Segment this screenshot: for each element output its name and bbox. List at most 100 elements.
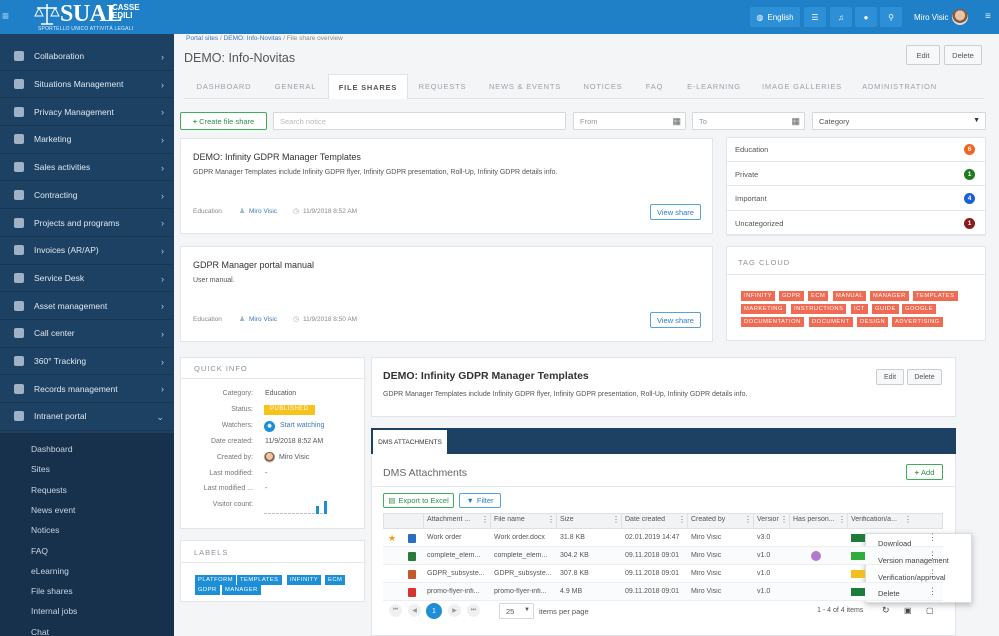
category-row[interactable] bbox=[726, 162, 986, 186]
subnav-item-7[interactable]: File shares bbox=[31, 586, 73, 596]
next-page-icon[interactable]: ▶ bbox=[448, 604, 461, 617]
view-share-button[interactable]: View share bbox=[650, 204, 701, 220]
sidebar-item-8[interactable]: Service Desk › bbox=[0, 265, 174, 293]
tag-chip[interactable]: GOOGLE bbox=[902, 304, 937, 314]
tab-1[interactable]: GENERAL bbox=[263, 74, 328, 99]
row-menu-icon[interactable]: ⋮ bbox=[928, 532, 937, 543]
column-menu-icon[interactable]: ⋮ bbox=[780, 515, 788, 524]
sidebar-item-9[interactable]: Asset management › bbox=[0, 292, 174, 320]
tab-4[interactable]: NEWS & EVENTS bbox=[477, 74, 573, 99]
export-excel-button[interactable]: ▤ Export to Excel bbox=[383, 493, 454, 508]
subnav-item-6[interactable]: eLearning bbox=[31, 566, 69, 576]
column-header[interactable]: Verification/a... bbox=[851, 516, 903, 523]
label-chip[interactable]: INFINITY bbox=[287, 575, 322, 585]
tag-chip[interactable]: TEMPLATES bbox=[913, 291, 958, 301]
sidebar-item-11[interactable]: 360° Tracking › bbox=[0, 348, 174, 376]
file-share-user[interactable]: Miro Visic bbox=[249, 316, 277, 323]
tag-chip[interactable]: MARKETING bbox=[741, 304, 786, 314]
subnav-item-8[interactable]: Internal jobs bbox=[31, 606, 77, 616]
sidebar-item-1[interactable]: Situations Management › bbox=[0, 71, 174, 99]
language-button[interactable]: ◍ English bbox=[750, 7, 800, 27]
context-menu-item[interactable]: Version management bbox=[878, 556, 949, 565]
tab-5[interactable]: NOTICES bbox=[573, 74, 633, 99]
column-header[interactable]: Created by bbox=[691, 516, 743, 523]
view-share-button[interactable]: View share bbox=[650, 312, 701, 328]
add-attachment-button[interactable]: + Add bbox=[906, 464, 943, 480]
context-menu-item[interactable]: Delete bbox=[878, 589, 900, 598]
tag-chip[interactable]: ADVERTISING bbox=[892, 317, 943, 327]
logo[interactable]: SUAL CASSE EDILI SPORTELLO UNICO ATTIVIT… bbox=[32, 1, 142, 33]
subnav-item-9[interactable]: Chat bbox=[31, 627, 49, 636]
file-share-user[interactable]: Miro Visic bbox=[249, 208, 277, 215]
delete-button[interactable]: Delete bbox=[944, 45, 982, 65]
column-header[interactable]: File name bbox=[494, 516, 546, 523]
sidebar-item-7[interactable]: Invoices (AR/AP) › bbox=[0, 237, 174, 265]
subnav-item-3[interactable]: News event bbox=[31, 505, 75, 515]
chat-button[interactable]: ● bbox=[855, 7, 877, 27]
prev-page-icon[interactable]: ◀ bbox=[408, 604, 421, 617]
sidebar-item-4[interactable]: Sales activities › bbox=[0, 154, 174, 182]
context-menu-item[interactable]: Verification/approval bbox=[878, 573, 946, 582]
filter-button[interactable]: ▼ Filter bbox=[459, 493, 501, 508]
tag-chip[interactable]: GUIDE bbox=[872, 304, 899, 314]
label-chip[interactable]: ECM bbox=[325, 575, 346, 585]
tab-7[interactable]: E-LEARNING bbox=[676, 74, 752, 99]
lock-icon[interactable]: ▣ bbox=[904, 606, 912, 615]
sidebar-item-13[interactable]: Intranet portal ⌄ bbox=[0, 403, 174, 431]
label-chip[interactable]: MANAGER bbox=[222, 585, 261, 595]
column-menu-icon[interactable]: ⋮ bbox=[481, 515, 489, 524]
edit-button[interactable]: Edit bbox=[906, 45, 940, 65]
last-page-icon[interactable]: ⏭ bbox=[467, 604, 480, 617]
unlock-icon[interactable]: ▢ bbox=[926, 606, 934, 615]
calendar-icon[interactable]: ▦ bbox=[791, 116, 800, 127]
page-size-select[interactable]: 25 ▼ bbox=[499, 603, 534, 619]
user-name[interactable]: Miro Visic bbox=[914, 13, 949, 22]
file-share-title[interactable]: DEMO: Infinity GDPR Manager Templates bbox=[193, 152, 361, 162]
tag-chip[interactable]: INFINITY bbox=[741, 291, 776, 301]
column-header[interactable]: Version bbox=[757, 516, 779, 523]
context-menu-item[interactable]: Download bbox=[878, 539, 911, 548]
tag-chip[interactable]: MANAGER bbox=[870, 291, 909, 301]
tab-9[interactable]: ADMINISTRATION bbox=[852, 74, 947, 99]
detail-edit-button[interactable]: Edit bbox=[876, 369, 904, 385]
star-icon[interactable]: ★ bbox=[388, 533, 396, 544]
list-button[interactable]: ☰ bbox=[804, 7, 826, 27]
search-button[interactable]: ⚲ bbox=[880, 7, 902, 27]
tab-8[interactable]: IMAGE GALLERIES bbox=[752, 74, 852, 99]
tag-chip[interactable]: ECM bbox=[808, 291, 829, 301]
file-share-title[interactable]: GDPR Manager portal manual bbox=[193, 260, 314, 270]
column-menu-icon[interactable]: ⋮ bbox=[547, 515, 555, 524]
subnav-item-1[interactable]: Sites bbox=[31, 464, 50, 474]
subnav-item-5[interactable]: FAQ bbox=[31, 546, 48, 556]
column-menu-icon[interactable]: ⋮ bbox=[744, 515, 752, 524]
column-header[interactable]: Has person... bbox=[793, 516, 837, 523]
category-select[interactable]: Category ▼ bbox=[812, 112, 986, 130]
column-header[interactable]: Date created bbox=[625, 516, 677, 523]
subnav-item-2[interactable]: Requests bbox=[31, 485, 67, 495]
tag-chip[interactable]: MANUAL bbox=[833, 291, 867, 301]
column-header[interactable]: Size bbox=[560, 516, 611, 523]
column-menu-icon[interactable]: ⋮ bbox=[612, 515, 620, 524]
subnav-item-4[interactable]: Notices bbox=[31, 525, 59, 535]
hamburger-icon[interactable]: ≡ bbox=[985, 11, 991, 22]
sidebar-item-5[interactable]: Contracting › bbox=[0, 182, 174, 210]
tag-chip[interactable]: DOCUMENTATION bbox=[741, 317, 804, 327]
tag-chip[interactable]: ICT bbox=[851, 304, 868, 314]
column-header[interactable]: Attachment ... bbox=[427, 516, 480, 523]
tab-dms-attachments[interactable]: DMS ATTACHMENTS bbox=[373, 430, 447, 454]
label-chip[interactable]: GDPR bbox=[195, 585, 220, 595]
sidebar-item-2[interactable]: Privacy Management › bbox=[0, 98, 174, 127]
menu-icon[interactable]: ≡ bbox=[2, 9, 16, 23]
search-input[interactable]: Search notice bbox=[273, 112, 566, 130]
first-page-icon[interactable]: ⏮ bbox=[389, 604, 402, 617]
avatar[interactable] bbox=[952, 9, 968, 25]
column-menu-icon[interactable]: ⋮ bbox=[904, 515, 912, 524]
create-file-share-button[interactable]: + Create file share bbox=[180, 112, 267, 130]
calendar-icon[interactable]: ▦ bbox=[672, 116, 681, 127]
subnav-item-0[interactable]: Dashboard bbox=[31, 444, 73, 454]
sidebar-item-12[interactable]: Records management › bbox=[0, 375, 174, 404]
from-date-input[interactable]: From ▦ bbox=[573, 112, 686, 130]
tag-chip[interactable]: GDPR bbox=[779, 291, 804, 301]
tab-2[interactable]: FILE SHARES bbox=[328, 74, 408, 99]
sidebar-item-6[interactable]: Projects and programs › bbox=[0, 209, 174, 237]
